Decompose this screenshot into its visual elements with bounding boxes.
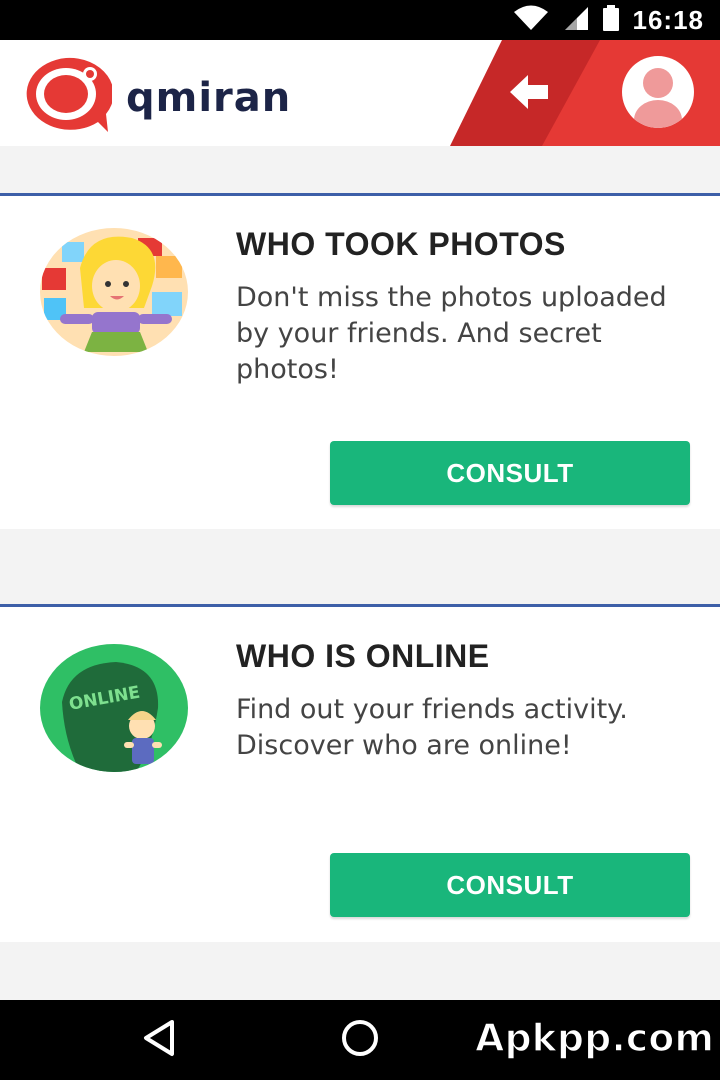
home-circle-icon [340,1018,380,1063]
online-badge-illustration: ONLINE [40,644,188,772]
battery-icon [602,4,619,36]
back-button[interactable] [500,66,560,122]
logo-text: qmiran [126,74,292,121]
logo-mark-icon [20,56,114,139]
nav-home-button[interactable] [338,1018,382,1062]
consult-button[interactable]: CONSULT [330,441,690,505]
nav-back-button[interactable] [138,1018,182,1062]
watermark-text: Apkpp.com [474,1015,714,1061]
card-title: WHO IS ONLINE [236,638,490,674]
profile-avatar-button[interactable] [622,56,694,128]
feature-card-who-took-photos: WHO TOOK PHOTOS Don't miss the photos up… [0,193,720,529]
feature-card-who-is-online: ONLINE WHO IS ONLINE Find out your frien… [0,604,720,942]
wifi-icon [513,5,549,36]
app-logo: qmiran [20,56,291,139]
consult-button[interactable]: CONSULT [330,853,690,917]
card-description: Find out your friends activity. Discover… [236,694,628,761]
status-bar: 16:18 [0,0,720,40]
arrow-left-icon [510,74,550,114]
app-header: qmiran [0,40,720,146]
card-title: WHO TOOK PHOTOS [236,226,566,262]
status-time: 16:18 [632,4,704,35]
status-icons: 16:18 [513,0,705,40]
cell-signal-icon [563,5,589,36]
card-description: Don't miss the photos uploaded by your f… [236,282,667,385]
system-nav-bar: Apkpp.com [0,1000,720,1080]
back-triangle-icon [140,1018,180,1063]
girl-with-photos-illustration [40,228,188,356]
